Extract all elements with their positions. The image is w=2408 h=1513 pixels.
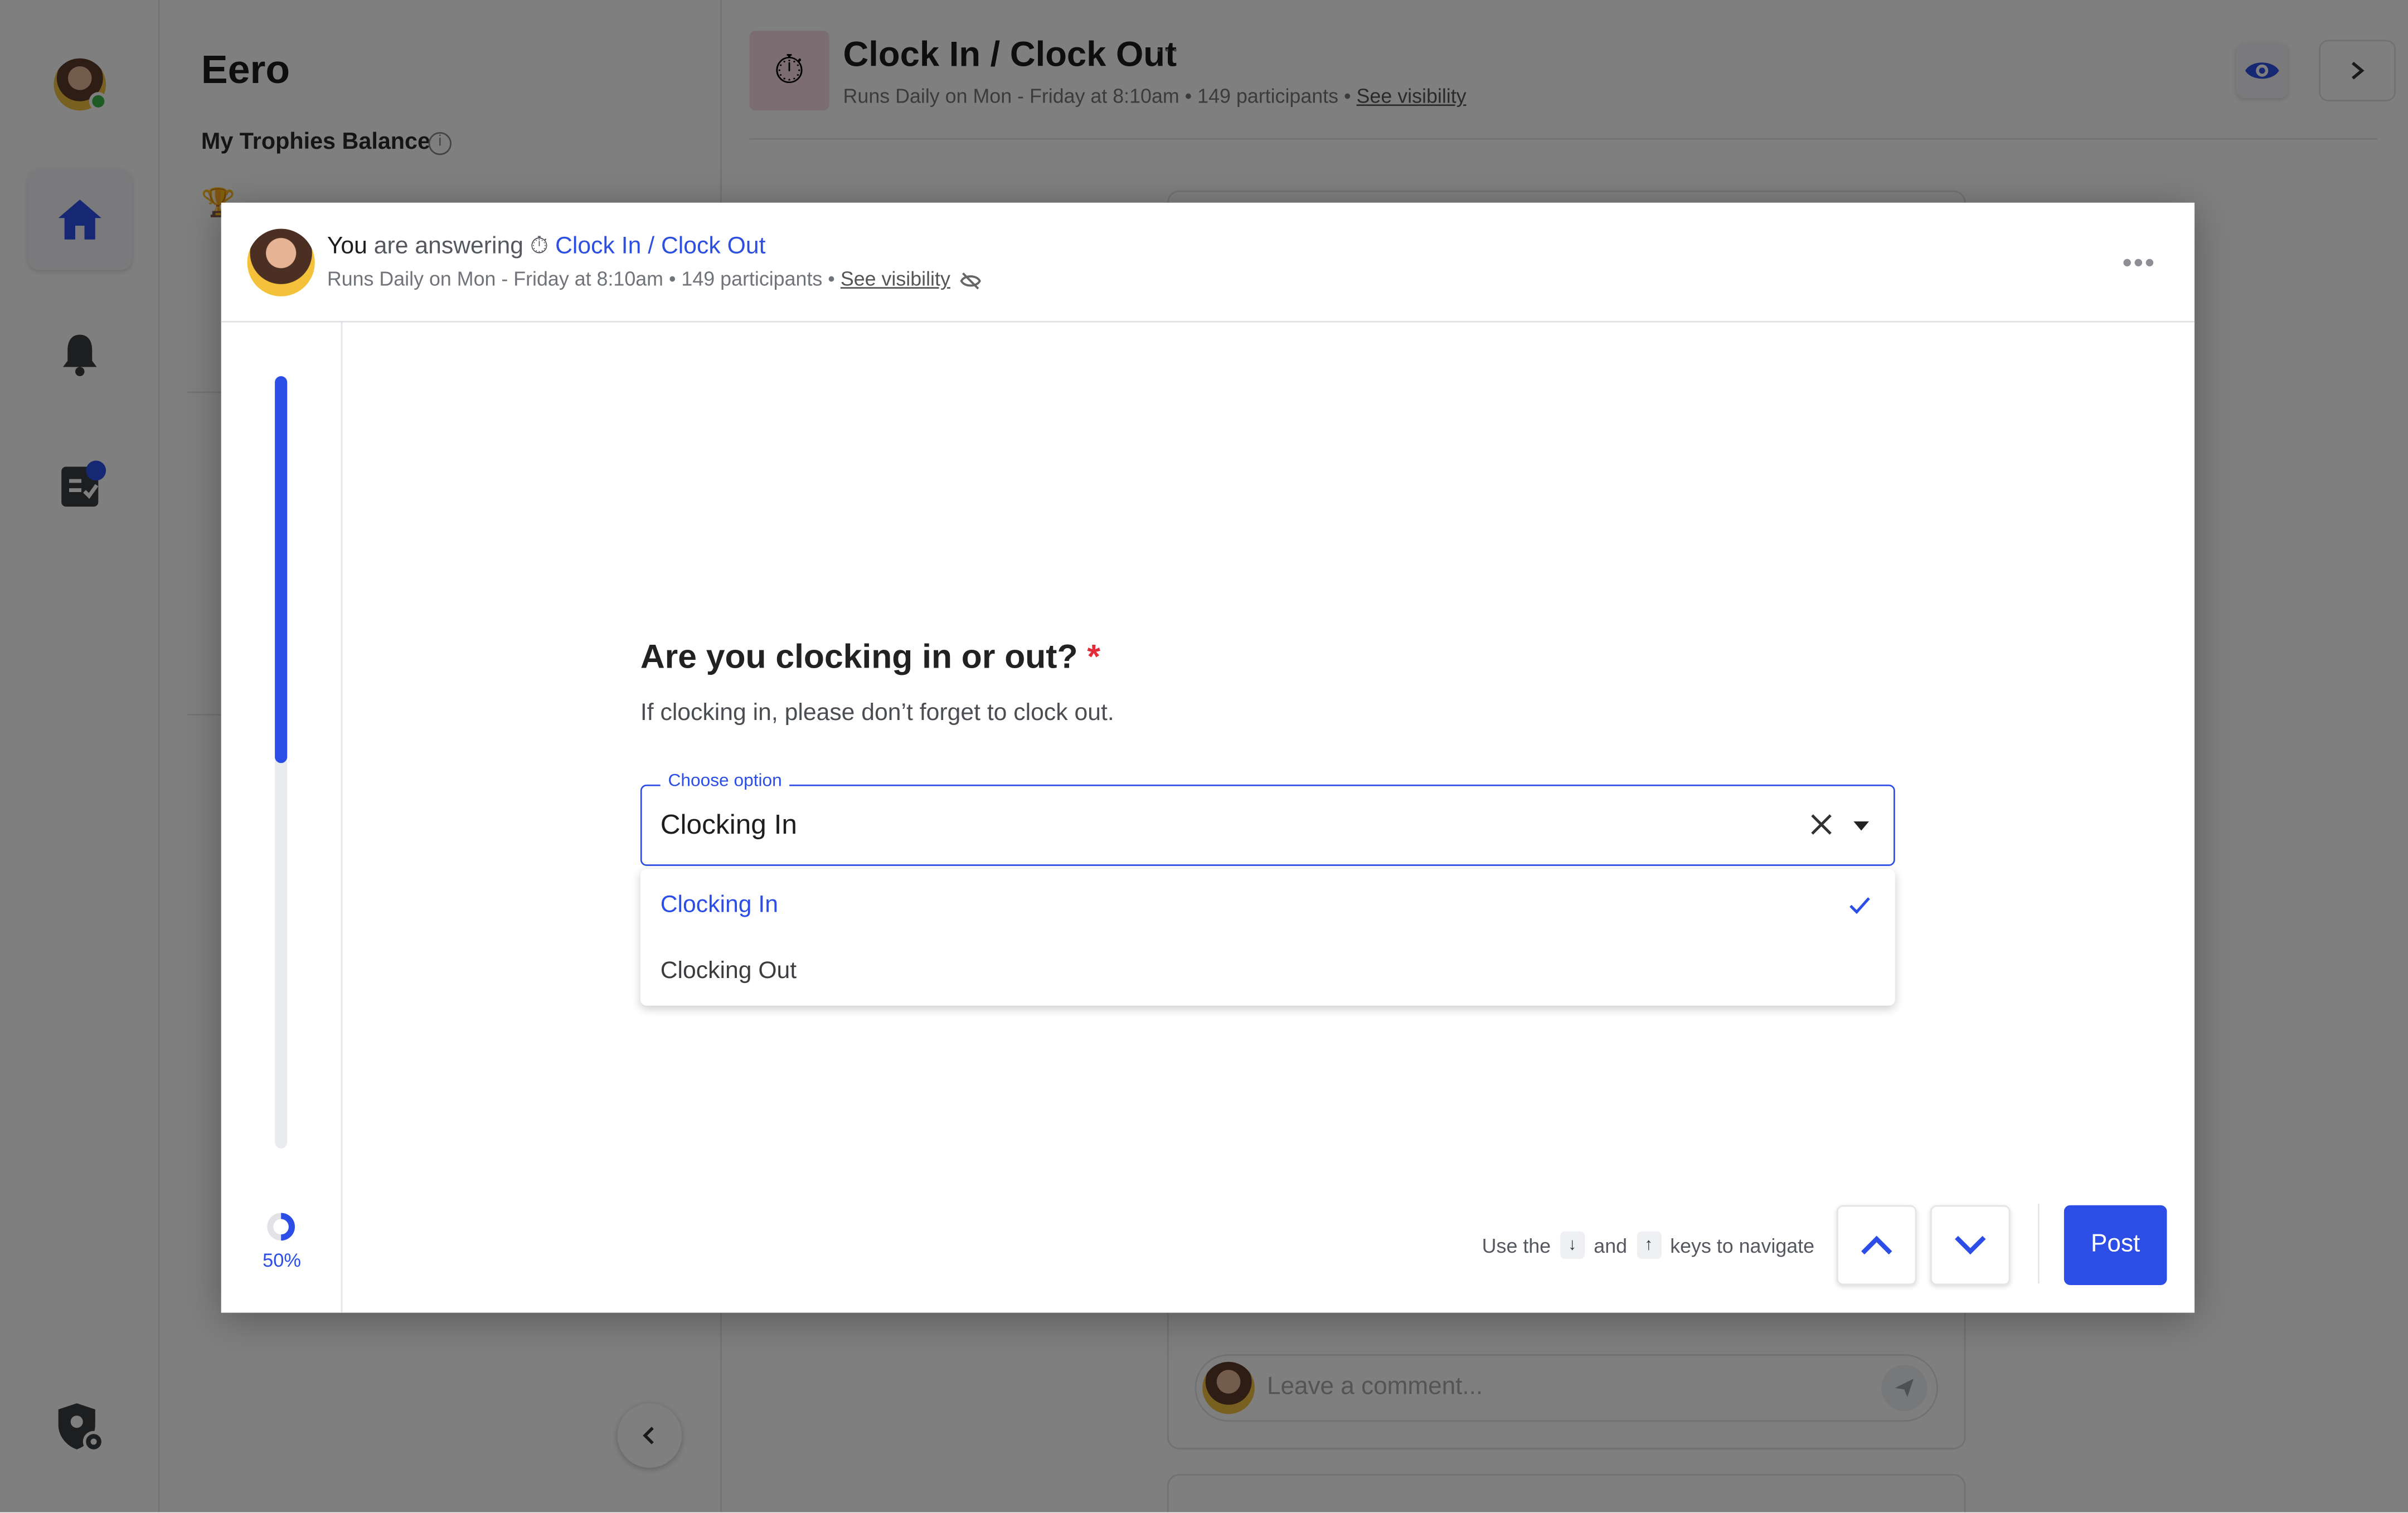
chevron-down-icon — [1955, 1235, 1986, 1255]
answering-text: are answering — [373, 233, 524, 260]
divider — [2038, 1203, 2040, 1284]
answer-modal: You are answering ⏱ Clock In / Clock Out… — [221, 202, 2195, 1313]
schedule-text: Runs Daily on Mon - Friday at 8:10am • 1… — [327, 267, 835, 290]
required-marker: * — [1087, 637, 1100, 676]
flow-link[interactable]: Clock In / Clock Out — [555, 233, 765, 260]
user-label: You — [327, 233, 367, 260]
chevron-up-icon — [1861, 1235, 1892, 1255]
arrow-up-key-icon: ↑ — [1636, 1231, 1661, 1259]
previous-question-button[interactable] — [1837, 1205, 1917, 1286]
caret-down-icon[interactable] — [1849, 814, 1873, 838]
question-title: Are you clocking in or out? * — [640, 637, 1100, 677]
select-value: Clocking In — [660, 809, 798, 840]
modal-header: You are answering ⏱ Clock In / Clock Out… — [221, 203, 2195, 323]
option-label: Clocking Out — [660, 958, 797, 985]
navigation-hint: Use the ↓ and ↑ keys to navigate — [1482, 1231, 1815, 1259]
choose-option-select[interactable]: Choose option Clocking In — [640, 772, 1895, 866]
progress-track — [275, 376, 288, 1149]
progress-fill — [275, 376, 288, 762]
app-root: Eero My Trophies Balance i 🏆 ⏱ Clock In … — [0, 0, 2408, 1512]
post-button[interactable]: Post — [2064, 1205, 2167, 1286]
option-label: Clocking In — [660, 892, 778, 918]
progress-sidebar: 50% — [221, 322, 343, 1313]
option-clocking-in[interactable]: Clocking In — [640, 872, 1895, 937]
select-label: Choose option — [660, 772, 790, 791]
progress-ring-icon — [267, 1213, 295, 1241]
progress-percent: 50% — [263, 1249, 302, 1272]
more-options-button[interactable]: ••• — [2123, 247, 2156, 280]
eye-off-icon — [960, 271, 982, 289]
avatar — [247, 228, 315, 296]
arrow-down-key-icon: ↓ — [1560, 1231, 1585, 1259]
options-dropdown: Clocking In Clocking Out — [640, 869, 1895, 1006]
hint-text: Use the — [1482, 1233, 1551, 1257]
question-text: Are you clocking in or out? — [640, 637, 1078, 676]
schedule-line: Runs Daily on Mon - Friday at 8:10am • 1… — [327, 267, 982, 290]
checkmark-icon — [1849, 897, 1870, 914]
see-visibility-link[interactable]: See visibility — [841, 267, 950, 290]
stopwatch-icon: ⏱ — [530, 233, 549, 260]
question-description: If clocking in, please don’t forget to c… — [640, 700, 1114, 727]
hint-text: and — [1594, 1233, 1628, 1257]
option-clocking-out[interactable]: Clocking Out — [640, 938, 1895, 1003]
clear-icon[interactable] — [1806, 809, 1837, 840]
hint-text: keys to navigate — [1670, 1233, 1815, 1257]
answering-line: You are answering ⏱ Clock In / Clock Out — [327, 233, 766, 261]
next-question-button[interactable] — [1930, 1205, 2011, 1286]
